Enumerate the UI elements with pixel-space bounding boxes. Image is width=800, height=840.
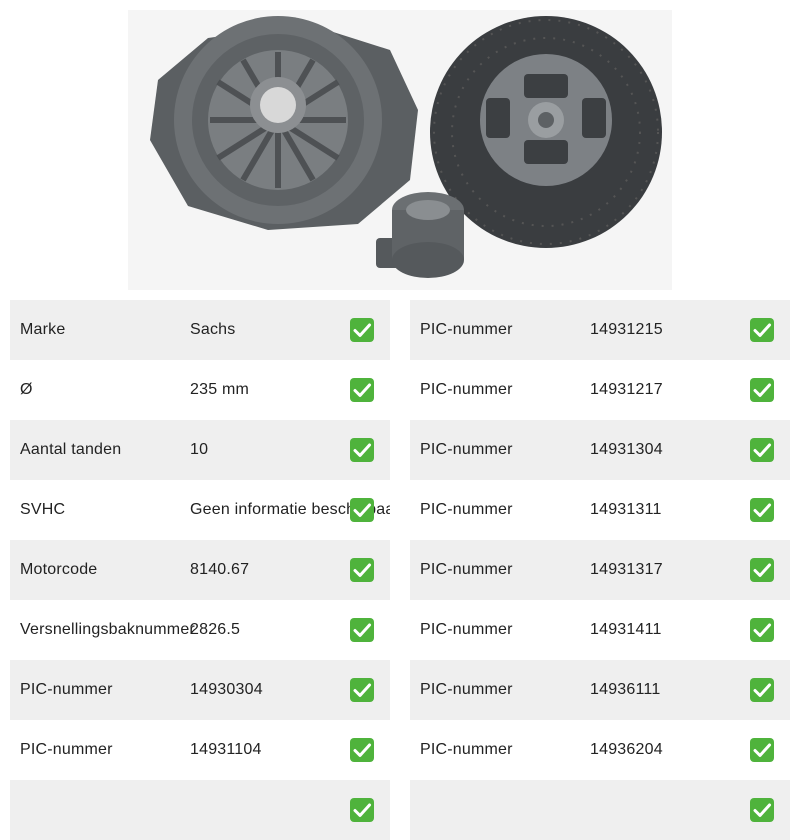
spec-value: 14931215: [590, 321, 663, 338]
spec-row: PIC-nummer 14930304: [10, 660, 390, 720]
clutch-kit-illustration: [150, 16, 662, 278]
check-mark-icon: [350, 378, 374, 402]
spec-label: PIC-nummer: [420, 621, 513, 638]
spec-row: PIC-nummer 14931411: [410, 600, 790, 660]
spec-row: [10, 780, 390, 840]
spec-value: 10: [190, 441, 209, 458]
spec-label: PIC-nummer: [420, 561, 513, 578]
spec-row: Ø 235 mm: [10, 360, 390, 420]
check-mark-icon: [750, 378, 774, 402]
spec-row: PIC-nummer 14931104: [10, 720, 390, 780]
spec-label: PIC-nummer: [420, 681, 513, 698]
spec-row: SVHC Geen informatie beschikbaar: [10, 480, 390, 540]
spec-table-right: PIC-nummer 14931215 PIC-nummer 14931217 …: [410, 300, 790, 840]
spec-value: 14936204: [590, 741, 663, 758]
spec-label: Aantal tanden: [20, 441, 122, 458]
spec-row: PIC-nummer 14931311: [410, 480, 790, 540]
spec-label: SVHC: [20, 501, 66, 518]
spec-label: PIC-nummer: [420, 321, 513, 338]
pressure-plate: [150, 16, 418, 230]
spec-table-left: Marke Sachs Ø 235 mm Aantal tanden 10 SV…: [10, 300, 390, 840]
check-mark-icon: [350, 738, 374, 762]
spec-label: PIC-nummer: [420, 441, 513, 458]
check-mark-icon: [750, 558, 774, 582]
spec-label: Marke: [20, 321, 66, 338]
spec-value: 14931217: [590, 381, 663, 398]
spec-label: PIC-nummer: [420, 741, 513, 758]
spec-label: Motorcode: [20, 561, 98, 578]
spec-label: Ø: [20, 381, 33, 398]
spec-value: 14930304: [190, 681, 263, 698]
spec-value: 8140.67: [190, 561, 250, 578]
spec-row: PIC-nummer 14936111: [410, 660, 790, 720]
spec-label: PIC-nummer: [20, 681, 113, 698]
check-mark-icon: [750, 618, 774, 642]
spec-value: 14931317: [590, 561, 663, 578]
spec-row: Versnellingsbaknummer 2826.5: [10, 600, 390, 660]
release-bearing: [376, 192, 464, 278]
spec-row: Marke Sachs: [10, 300, 390, 360]
spec-value: 14936111: [590, 681, 661, 698]
spec-row: [410, 780, 790, 840]
spec-row: Motorcode 8140.67: [10, 540, 390, 600]
spec-row: PIC-nummer 14931304: [410, 420, 790, 480]
check-mark-icon: [350, 678, 374, 702]
spec-row: PIC-nummer 14931215: [410, 300, 790, 360]
spec-value: Sachs: [190, 321, 236, 338]
spec-label: PIC-nummer: [420, 381, 513, 398]
check-mark-icon: [350, 798, 374, 822]
spec-value: 14931311: [590, 501, 662, 518]
check-mark-icon: [750, 678, 774, 702]
check-mark-icon: [750, 738, 774, 762]
spec-value: 235 mm: [190, 381, 249, 398]
check-mark-icon: [350, 498, 374, 522]
spec-row: PIC-nummer 14931217: [410, 360, 790, 420]
spec-label: Versnellingsbaknummer: [20, 621, 195, 638]
spec-value: 2826.5: [190, 621, 241, 638]
check-mark-icon: [350, 318, 374, 342]
check-mark-icon: [350, 618, 374, 642]
spec-row: PIC-nummer 14936204: [410, 720, 790, 780]
check-mark-icon: [350, 558, 374, 582]
spec-value: 14931104: [190, 741, 262, 758]
spec-value: 14931411: [590, 621, 662, 638]
spec-row: Aantal tanden 10: [10, 420, 390, 480]
spec-row: PIC-nummer 14931317: [410, 540, 790, 600]
check-mark-icon: [750, 318, 774, 342]
check-mark-icon: [750, 498, 774, 522]
spec-label: PIC-nummer: [420, 501, 513, 518]
check-mark-icon: [350, 438, 374, 462]
product-image: [128, 10, 672, 290]
spec-value: 14931304: [590, 441, 663, 458]
clutch-disc: [430, 16, 662, 248]
spec-label: PIC-nummer: [20, 741, 113, 758]
check-mark-icon: [750, 798, 774, 822]
check-mark-icon: [750, 438, 774, 462]
